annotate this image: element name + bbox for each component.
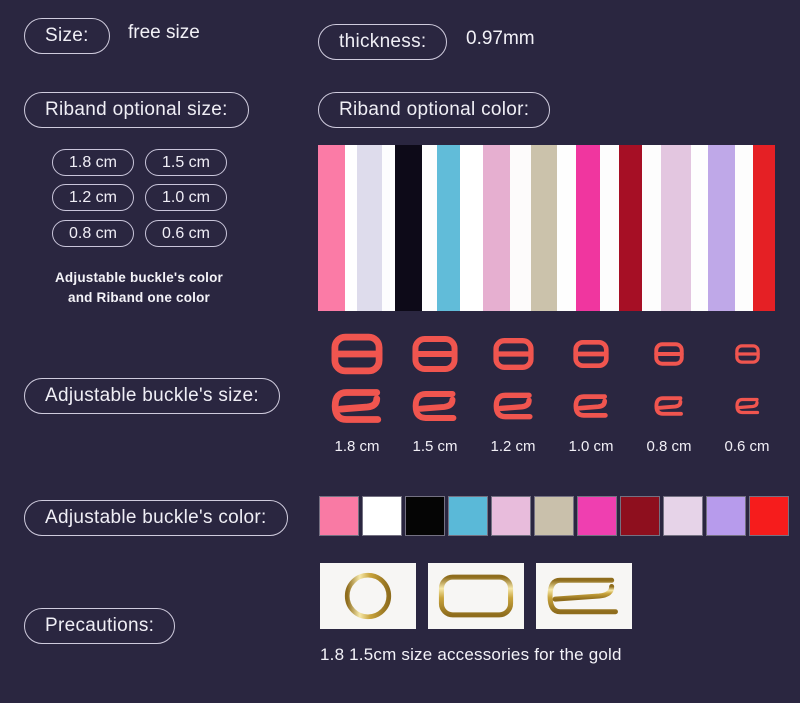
figure-eight-buckle-icon xyxy=(654,328,684,380)
buckle-color-swatch-purple[interactable] xyxy=(707,497,745,535)
riband-band-black xyxy=(395,145,422,311)
riband-size-option-label: 1.5 cm xyxy=(161,153,210,171)
riband-band-tan xyxy=(530,145,557,311)
riband-size-option-label: 1.0 cm xyxy=(161,188,210,206)
buckle-size-label: 1.5 cm xyxy=(412,438,458,455)
buckle-size-group: 1.8 cm 1.5 cm 1.2 cm 1.0 cm 0.8 cm 0.6 cm xyxy=(318,328,778,463)
precautions-label: Precautions: xyxy=(24,608,176,644)
riband-optional-size-label: Riband optional size: xyxy=(24,92,249,128)
buckle-color-swatch-pink-lilac[interactable] xyxy=(492,497,530,535)
buckle-size-label: 1.8 cm xyxy=(334,438,380,455)
buckle-size-column: 1.0 cm xyxy=(552,328,630,455)
riband-band-dark-red xyxy=(618,145,642,311)
buckle-color-swatch-row xyxy=(320,497,793,535)
accessory-card-row xyxy=(320,563,644,629)
figure-eight-slider-icon xyxy=(438,574,514,618)
riband-band-purple xyxy=(708,145,735,311)
riband-color-note-line1: Adjustable buckle's color xyxy=(54,270,223,285)
thickness-value: 0.97mm xyxy=(466,28,535,49)
hook-buckle-icon xyxy=(412,380,458,432)
accessory-caption: 1.8 1.5cm size accessories for the gold xyxy=(320,645,622,664)
precautions-label-text: Precautions: xyxy=(45,615,155,636)
riband-optional-color-label: Riband optional color: xyxy=(318,92,551,128)
figure-eight-buckle-icon xyxy=(573,328,609,380)
riband-band-white xyxy=(600,145,619,311)
size-value: free size xyxy=(128,22,200,43)
adjustable-buckle-size-label: Adjustable buckle's size: xyxy=(24,378,280,414)
buckle-color-swatch-black[interactable] xyxy=(406,497,444,535)
riband-size-option-1[interactable]: 1.5 cm xyxy=(145,149,227,176)
buckle-color-swatch-red[interactable] xyxy=(750,497,788,535)
riband-band-white xyxy=(641,145,662,311)
buckle-color-swatch-tan[interactable] xyxy=(535,497,573,535)
riband-band-pink xyxy=(318,145,345,311)
riband-size-option-0[interactable]: 1.8 cm xyxy=(52,149,134,176)
riband-size-option-label: 0.6 cm xyxy=(161,224,210,242)
buckle-color-swatch-pink[interactable] xyxy=(320,497,358,535)
buckle-size-column: 0.8 cm xyxy=(630,328,708,455)
accessory-card-o-ring xyxy=(320,563,416,629)
riband-band-lavender-white xyxy=(357,145,382,311)
hook-buckle-icon xyxy=(734,380,760,432)
hook-buckle-icon xyxy=(654,380,684,432)
buckle-size-column: 1.5 cm xyxy=(396,328,474,455)
riband-band-white xyxy=(421,145,437,311)
riband-size-option-label: 1.2 cm xyxy=(68,188,117,206)
buckle-color-swatch-sky-blue[interactable] xyxy=(449,497,487,535)
figure-eight-buckle-icon xyxy=(492,328,534,380)
riband-band-white xyxy=(509,145,531,311)
riband-band-white xyxy=(556,145,577,311)
riband-color-note: Adjustable buckle's color and Riband one… xyxy=(30,268,248,307)
buckle-color-swatch-pale-lilac[interactable] xyxy=(664,497,702,535)
buckle-size-label: 1.2 cm xyxy=(490,438,536,455)
riband-band-light-lilac xyxy=(661,145,691,311)
riband-band-pink-lilac xyxy=(482,145,510,311)
riband-size-option-label: 0.8 cm xyxy=(68,224,117,242)
riband-size-option-2[interactable]: 1.2 cm xyxy=(52,184,134,211)
buckle-color-swatch-white[interactable] xyxy=(363,497,401,535)
riband-size-option-3[interactable]: 1.0 cm xyxy=(145,184,227,211)
accessory-card-figure-eight-slider xyxy=(428,563,524,629)
size-label-text: Size: xyxy=(45,25,89,46)
riband-color-label-text: Riband optional color: xyxy=(339,99,530,120)
buckle-size-column: 1.8 cm xyxy=(318,328,396,455)
riband-band-white xyxy=(690,145,709,311)
riband-band-white xyxy=(734,145,753,311)
accessory-card-hook-slider xyxy=(536,563,632,629)
riband-color-strip xyxy=(318,145,775,311)
figure-eight-buckle-icon xyxy=(331,328,383,380)
thickness-label-text: thickness: xyxy=(339,31,427,52)
riband-band-red xyxy=(752,145,775,311)
riband-size-label-text: Riband optional size: xyxy=(45,99,228,120)
riband-band-sky-blue xyxy=(436,145,460,311)
hook-buckle-icon xyxy=(493,380,534,432)
figure-eight-buckle-icon xyxy=(412,328,458,380)
buckle-color-swatch-dark-red[interactable] xyxy=(621,497,659,535)
riband-size-option-4[interactable]: 0.8 cm xyxy=(52,220,134,247)
buckle-size-column: 1.2 cm xyxy=(474,328,552,455)
size-label-pill: Size: xyxy=(24,18,110,54)
adjustable-buckle-color-label: Adjustable buckle's color: xyxy=(24,500,288,536)
figure-eight-buckle-icon xyxy=(734,328,760,380)
hook-slider-icon xyxy=(546,574,622,618)
buckle-size-label: 1.0 cm xyxy=(568,438,614,455)
riband-band-white xyxy=(459,145,483,311)
o-ring-icon xyxy=(342,570,394,622)
buckle-size-label: 0.6 cm xyxy=(724,438,770,455)
hook-buckle-icon xyxy=(573,380,609,432)
buckle-size-column: 0.6 cm xyxy=(708,328,786,455)
riband-size-option-5[interactable]: 0.6 cm xyxy=(145,220,227,247)
riband-size-option-label: 1.8 cm xyxy=(68,153,117,171)
riband-band-white xyxy=(381,145,396,311)
buckle-color-label-text: Adjustable buckle's color: xyxy=(45,507,267,528)
thickness-label-pill: thickness: xyxy=(318,24,448,60)
buckle-size-label: 0.8 cm xyxy=(646,438,692,455)
buckle-color-swatch-magenta[interactable] xyxy=(578,497,616,535)
hook-buckle-icon xyxy=(331,380,383,432)
riband-band-magenta xyxy=(576,145,601,311)
riband-color-note-line2: and Riband one color xyxy=(67,289,210,305)
buckle-size-label-text: Adjustable buckle's size: xyxy=(45,385,259,406)
riband-band-white xyxy=(344,145,358,311)
